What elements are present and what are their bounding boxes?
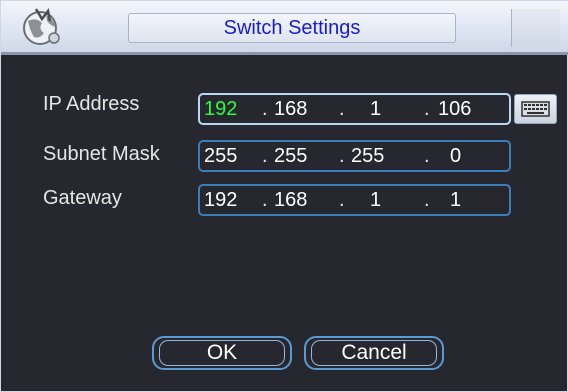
octet-separator: .	[424, 189, 430, 211]
ip-octet-1[interactable]: 192	[204, 98, 237, 121]
cancel-button[interactable]: Cancel	[304, 336, 444, 370]
ip-address-label: IP Address	[43, 93, 140, 115]
subnet-mask-field[interactable]: 255 . 255 . 255 . 0	[198, 140, 511, 172]
octet-separator: .	[262, 98, 268, 120]
keyboard-icon	[521, 101, 550, 117]
octet-separator: .	[339, 98, 345, 120]
cancel-button-label: Cancel	[341, 341, 407, 364]
gateway-field[interactable]: 192 . 168 . 1 . 1	[198, 184, 511, 216]
octet-separator: .	[262, 189, 268, 211]
subnet-octet-3[interactable]: 255	[351, 145, 384, 168]
subnet-octet-2[interactable]: 255	[274, 145, 307, 168]
subnet-mask-label: Subnet Mask	[43, 143, 160, 165]
title-bar: Switch Settings	[1, 1, 568, 55]
octet-separator: .	[424, 145, 430, 167]
ip-address-field[interactable]: 192 . 168 . 1 . 106	[198, 93, 511, 125]
switch-settings-dialog: Switch Settings IP Address 192 . 168 . 1…	[0, 0, 568, 392]
gateway-label: Gateway	[43, 187, 122, 209]
ip-octet-2[interactable]: 168	[274, 98, 307, 121]
octet-separator: .	[262, 145, 268, 167]
dialog-title: Switch Settings	[128, 13, 456, 43]
titlebar-close-area[interactable]	[511, 9, 560, 47]
keyboard-button[interactable]	[514, 94, 557, 124]
ok-button[interactable]: OK	[152, 336, 292, 370]
gateway-octet-4[interactable]: 1	[450, 189, 461, 212]
gateway-octet-2[interactable]: 168	[274, 189, 307, 212]
ip-octet-4[interactable]: 106	[438, 98, 471, 121]
globe-logo-icon	[23, 8, 60, 45]
octet-separator: .	[424, 98, 430, 120]
octet-separator: .	[339, 189, 345, 211]
gateway-octet-1[interactable]: 192	[204, 189, 237, 212]
ip-octet-3[interactable]: 1	[370, 98, 381, 121]
subnet-octet-1[interactable]: 255	[204, 145, 237, 168]
subnet-octet-4[interactable]: 0	[450, 145, 461, 168]
gateway-octet-3[interactable]: 1	[370, 189, 381, 212]
ok-button-label: OK	[206, 341, 238, 364]
octet-separator: .	[339, 145, 345, 167]
